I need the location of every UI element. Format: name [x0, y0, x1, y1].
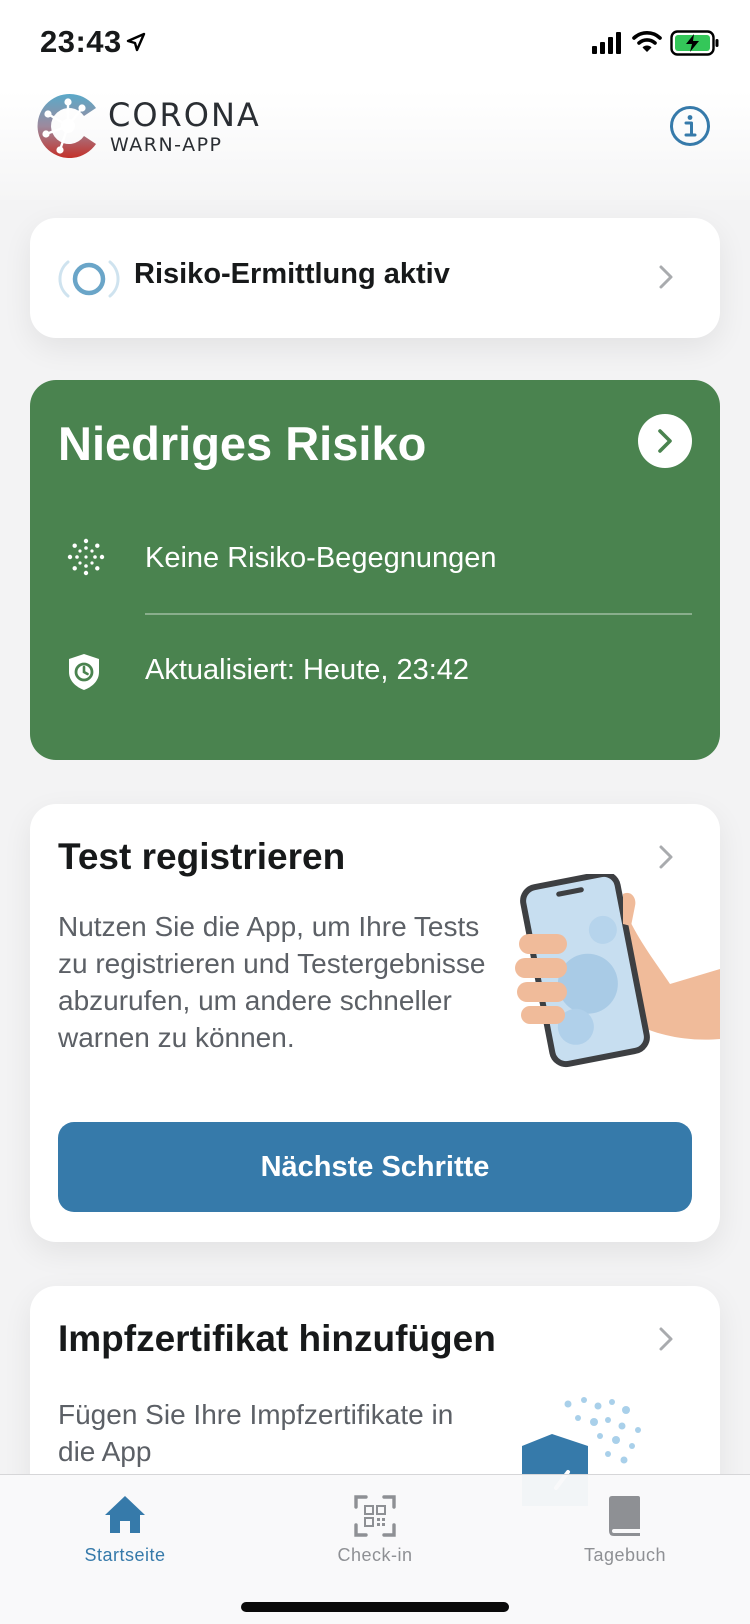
risk-detection-active-icon — [58, 260, 120, 298]
risk-title: Niedriges Risiko — [58, 417, 427, 470]
risk-detection-label: Risiko-Ermittlung aktiv — [134, 258, 450, 290]
risk-encounters-text: Keine Risiko-Begegnungen — [145, 542, 497, 574]
shield-clock-icon — [69, 654, 99, 690]
virus-dots-icon — [67, 538, 105, 576]
tab-label: Tagebuch — [583, 1545, 667, 1565]
tab-home[interactable]: Startseite — [0, 1475, 250, 1585]
info-icon[interactable] — [668, 104, 712, 148]
tab-check-in[interactable]: Check-in — [250, 1475, 500, 1585]
test-card-description: Nutzen Sie die App, um Ihre Tests zu reg… — [58, 911, 486, 1053]
wifi-icon — [632, 31, 662, 52]
app-header: CORONA WARN-APP — [0, 90, 750, 200]
home-indicator[interactable] — [241, 1602, 509, 1612]
tab-label: Startseite — [84, 1545, 166, 1565]
home-icon — [105, 1496, 145, 1533]
logo-title: CORONA — [108, 96, 261, 134]
location-arrow-icon — [126, 32, 146, 52]
corona-warn-app-logo — [37, 94, 96, 158]
logo-subtitle: WARN-APP — [110, 134, 223, 156]
vaccination-certificate-card[interactable]: Impfzertifikat hinzufügen Fügen Sie Ihre… — [30, 1286, 720, 1506]
divider — [145, 613, 692, 615]
test-registration-card[interactable]: Test registrieren Nutzen Sie die App, um… — [30, 804, 720, 1242]
tab-label: Check-in — [337, 1545, 413, 1565]
tab-diary[interactable]: Tagebuch — [500, 1475, 750, 1585]
risk-details-button[interactable] — [638, 414, 692, 468]
book-icon — [609, 1496, 640, 1536]
status-bar: 23:43 — [0, 0, 750, 90]
next-steps-button[interactable]: Nächste Schritte — [58, 1122, 692, 1212]
chevron-right-icon — [659, 265, 673, 289]
risk-status-card[interactable]: Niedriges Risiko Keine Risiko-Begegnunge… — [30, 380, 720, 760]
vaccination-card-title: Impfzertifikat hinzufügen — [58, 1318, 496, 1359]
chevron-right-icon — [659, 1327, 673, 1351]
cellular-signal-icon — [592, 32, 621, 54]
status-time: 23:43 — [40, 24, 122, 59]
hand-holding-phone-illustration — [515, 874, 720, 1068]
chevron-right-icon — [659, 845, 673, 869]
chevron-right-icon — [658, 429, 672, 453]
last-updated-text: Aktualisiert: Heute, 23:42 — [145, 654, 470, 686]
battery-charging-icon — [670, 30, 719, 56]
risk-detection-card[interactable]: Risiko-Ermittlung aktiv — [30, 218, 720, 338]
qr-code-icon — [354, 1495, 396, 1537]
test-card-title: Test registrieren — [58, 836, 346, 877]
vaccination-card-description: Fügen Sie Ihre Impfzertifikate in die Ap… — [58, 1399, 454, 1467]
